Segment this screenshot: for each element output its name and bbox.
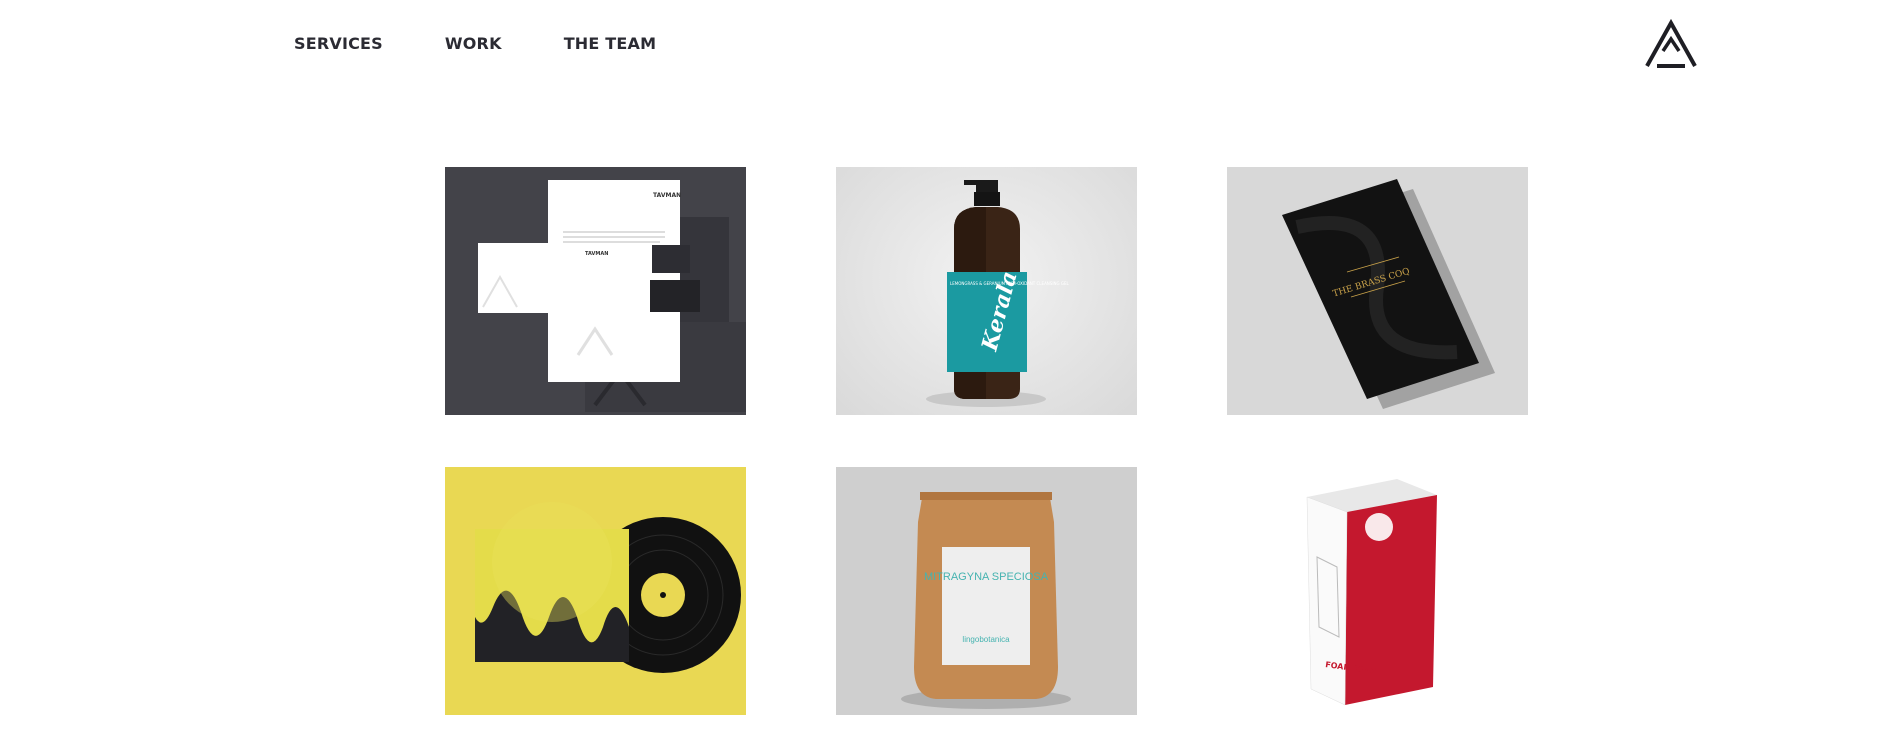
portfolio-item-pouch[interactable]: MITRAGYNA SPECIOSA lingobotanica <box>836 467 1137 715</box>
svg-text:TAVMAN: TAVMAN <box>585 251 608 257</box>
tavman-logo-text: TAVMAN <box>653 192 681 199</box>
nav-item-services[interactable]: SERVICES <box>294 34 383 53</box>
nav-item-the-team[interactable]: THE TEAM <box>564 34 657 53</box>
portfolio-item-box[interactable]: FOAM KING <box>1227 467 1528 715</box>
pouch-title-text: MITRAGYNA SPECIOSA <box>924 571 1049 583</box>
triangle-logo-icon[interactable] <box>1643 18 1699 70</box>
lingobotanica-text: lingobotanica <box>962 635 1010 644</box>
main-nav: SERVICES WORK THE TEAM <box>294 34 718 53</box>
portfolio-item-bottle[interactable]: LEMONGRASS & GERANIUM ANTI-OXIDANT CLEAN… <box>836 167 1137 415</box>
nav-item-work[interactable]: WORK <box>445 34 502 53</box>
portfolio-item-vinyl[interactable] <box>445 467 746 715</box>
portfolio-item-stationery[interactable]: TAVMAN TAVMAN <box>445 167 746 415</box>
portfolio-item-menu[interactable]: THE BRASS COQ <box>1227 167 1528 415</box>
